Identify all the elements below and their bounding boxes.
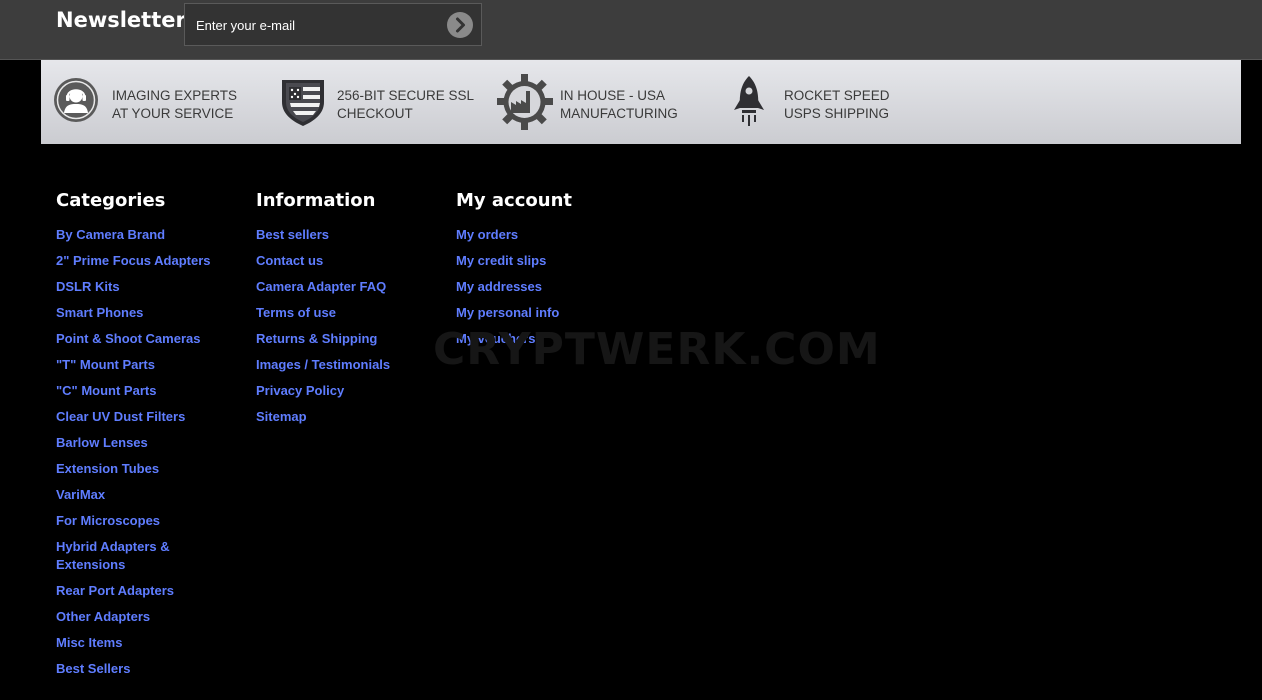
- feature-line-2: MANUFACTURING: [560, 106, 678, 121]
- watermark: CRYPTWERK.COM: [433, 324, 881, 375]
- information-heading: Information: [256, 190, 376, 211]
- flag-shield-icon: [282, 80, 324, 126]
- feature-line-1: IMAGING EXPERTS: [112, 88, 238, 103]
- feature-line-1: 256-BIT SECURE SSL: [337, 88, 475, 103]
- account-link[interactable]: My credit slips: [456, 253, 546, 268]
- footer-information: Information Best sellers Contact us Came…: [256, 188, 446, 434]
- feature-line-2: CHECKOUT: [337, 106, 413, 121]
- my-account-heading: My account: [456, 190, 572, 211]
- category-link[interactable]: Best Sellers: [56, 661, 130, 676]
- feature-line-2: AT YOUR SERVICE: [112, 106, 234, 121]
- category-link[interactable]: 2" Prime Focus Adapters: [56, 253, 211, 268]
- category-link[interactable]: "C" Mount Parts: [56, 383, 156, 398]
- category-link[interactable]: Misc Items: [56, 635, 122, 650]
- newsletter-form: [184, 3, 482, 46]
- information-link[interactable]: Images / Testimonials: [256, 357, 390, 372]
- category-link[interactable]: Barlow Lenses: [56, 435, 148, 450]
- category-link[interactable]: VariMax: [56, 487, 105, 502]
- feature-text: ROCKET SPEED USPS SHIPPING: [784, 87, 890, 123]
- chevron-right-circle-icon: [456, 17, 465, 33]
- information-list: Best sellers Contact us Camera Adapter F…: [256, 226, 446, 426]
- information-link[interactable]: Privacy Policy: [256, 383, 344, 398]
- category-link[interactable]: Hybrid Adapters & Extensions: [56, 539, 170, 572]
- category-link[interactable]: By Camera Brand: [56, 227, 165, 242]
- categories-heading: Categories: [56, 190, 166, 211]
- category-link[interactable]: "T" Mount Parts: [56, 357, 155, 372]
- feature-text: 256-BIT SECURE SSL CHECKOUT: [337, 87, 474, 123]
- category-link[interactable]: Smart Phones: [56, 305, 143, 320]
- account-link[interactable]: My addresses: [456, 279, 542, 294]
- feature-text: IN HOUSE - USA MANUFACTURING: [560, 87, 678, 123]
- information-link[interactable]: Terms of use: [256, 305, 336, 320]
- feature-line-1: IN HOUSE - USA: [560, 88, 666, 103]
- categories-list: By Camera Brand 2" Prime Focus Adapters …: [56, 226, 246, 678]
- information-link[interactable]: Returns & Shipping: [256, 331, 377, 346]
- newsletter-bar: Newsletter: [0, 0, 1262, 60]
- features-strip: IMAGING EXPERTS AT YOUR SERVICE 256-BIT …: [41, 60, 1241, 144]
- category-link[interactable]: Clear UV Dust Filters: [56, 409, 185, 424]
- feature-line-1: ROCKET SPEED: [784, 88, 890, 103]
- category-link[interactable]: Extension Tubes: [56, 461, 159, 476]
- information-link[interactable]: Contact us: [256, 253, 323, 268]
- category-link[interactable]: Rear Port Adapters: [56, 583, 174, 598]
- account-link[interactable]: My orders: [456, 227, 518, 242]
- newsletter-email-input[interactable]: [196, 15, 436, 35]
- footer-categories: Categories By Camera Brand 2" Prime Focu…: [56, 188, 246, 686]
- factory-gear-icon: [497, 74, 553, 130]
- feature-text: IMAGING EXPERTS AT YOUR SERVICE: [112, 87, 237, 123]
- category-link[interactable]: For Microscopes: [56, 513, 160, 528]
- headset-support-icon: [54, 78, 98, 122]
- category-link[interactable]: Other Adapters: [56, 609, 150, 624]
- account-link[interactable]: My personal info: [456, 305, 559, 320]
- information-link[interactable]: Camera Adapter FAQ: [256, 279, 386, 294]
- information-link[interactable]: Best sellers: [256, 227, 329, 242]
- category-link[interactable]: Point & Shoot Cameras: [56, 331, 200, 346]
- information-link[interactable]: Sitemap: [256, 409, 307, 424]
- rocket-icon: [734, 76, 764, 126]
- newsletter-title: Newsletter: [56, 8, 186, 32]
- newsletter-submit-button[interactable]: [447, 12, 473, 38]
- category-link[interactable]: DSLR Kits: [56, 279, 120, 294]
- feature-line-2: USPS SHIPPING: [784, 106, 890, 121]
